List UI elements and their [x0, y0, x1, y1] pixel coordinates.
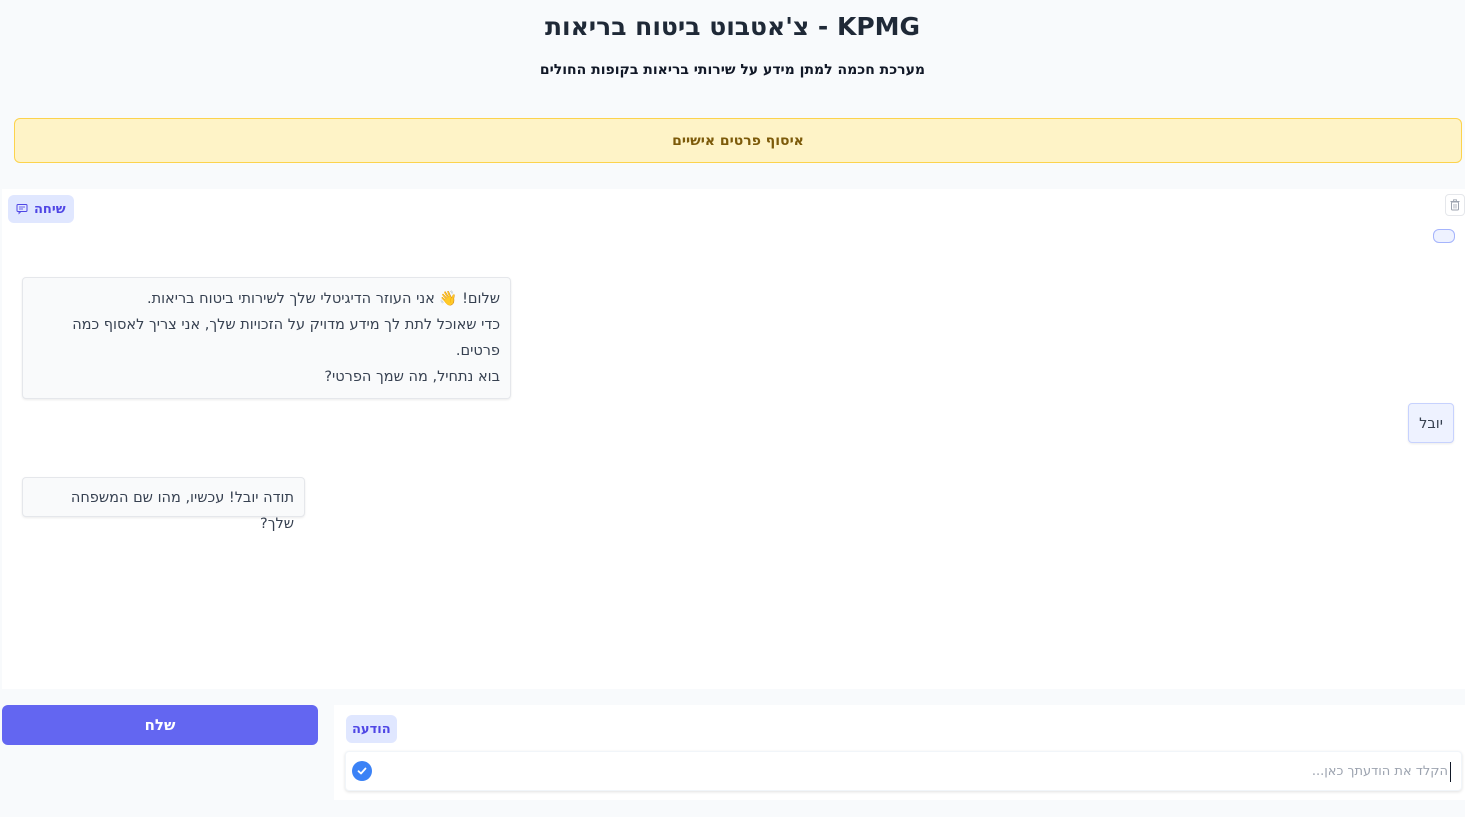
message-input-box	[345, 751, 1462, 791]
page-subtitle: מערכת חכמה למתן מידע על שירותי בריאות בק…	[539, 62, 926, 78]
text-caret	[1450, 762, 1451, 782]
user-message: יובל	[1408, 403, 1454, 443]
message-label-text: הודעה	[352, 721, 391, 737]
copy-pill-button[interactable]	[1433, 229, 1455, 243]
clear-chat-button[interactable]	[1445, 194, 1465, 216]
bot-message: תודה יובל! עכשיו, מהו שם המשפחה שלך?	[22, 477, 305, 532]
chat-label: שיחה	[8, 195, 74, 223]
message-text: תודה יובל! עכשיו, מהו שם המשפחה שלך?	[70, 490, 294, 532]
check-circle-icon[interactable]	[352, 761, 372, 781]
message-line: שלום! 👋 אני העוזר הדיגיטלי שלך לשירותי ב…	[146, 291, 500, 307]
message-text: יובל	[1419, 416, 1443, 432]
page-title: KPMG - צ'אטבוט ביטוח בריאות	[544, 12, 921, 41]
status-banner: איסוף פרטים אישיים	[14, 118, 1462, 163]
message-line: בוא נתחיל, מה שמך הפרטי?	[324, 369, 500, 385]
chat-panel: שיחה שלום! 👋 אני העוזר הדיגיטלי שלך לשיר…	[2, 189, 1465, 689]
chat-label-text: שיחה	[34, 201, 66, 217]
status-banner-text: איסוף פרטים אישיים	[672, 132, 804, 149]
chat-bubble-icon	[16, 203, 28, 215]
trash-icon	[1450, 196, 1460, 215]
message-input[interactable]	[382, 752, 1452, 790]
message-input-panel: הודעה	[334, 705, 1465, 800]
bot-message: שלום! 👋 אני העוזר הדיגיטלי שלך לשירותי ב…	[22, 277, 511, 399]
message-line: כדי שאוכל לתת לך מידע מדויק על הזכויות ש…	[72, 317, 500, 359]
message-label: הודעה	[346, 715, 397, 743]
send-button[interactable]: שלח	[2, 705, 318, 745]
